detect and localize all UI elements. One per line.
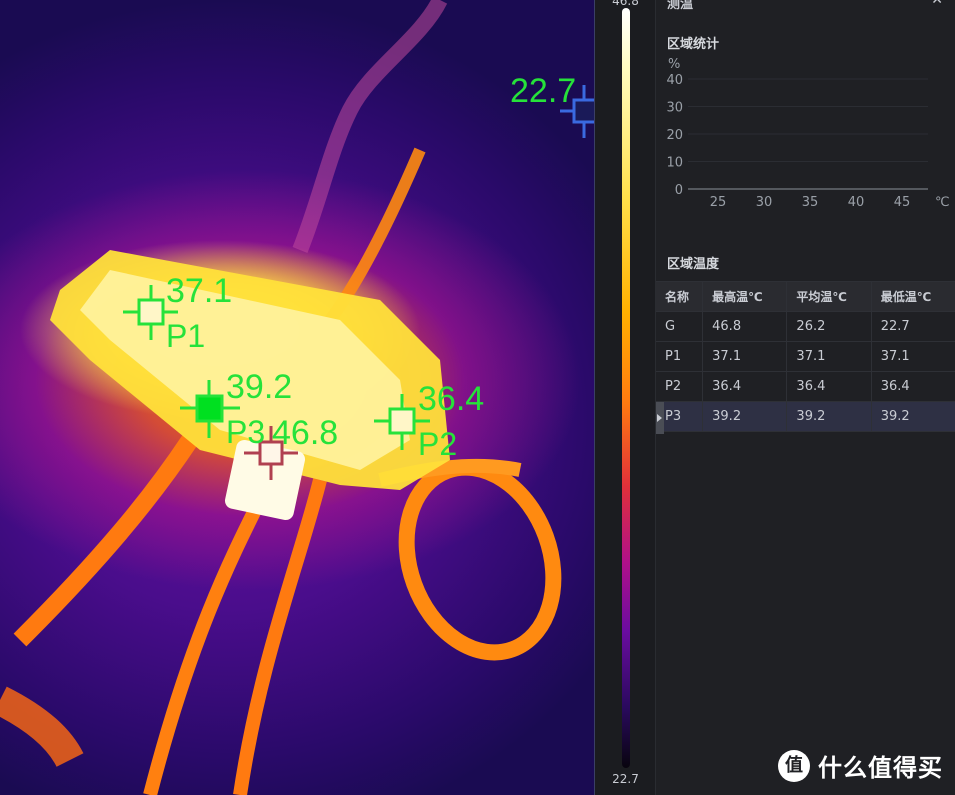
color-scale-bar[interactable] [622, 8, 630, 768]
cell-max: 37.1 [702, 341, 788, 372]
p3-value: 39.2 [226, 368, 293, 406]
cell-avg: 37.1 [786, 341, 872, 372]
scale-min-label: 22.7 [612, 772, 639, 786]
color-scale: 46.8 22.7 [594, 0, 655, 795]
watermark: 值 什么值得买 [778, 748, 943, 783]
row-expand-handle[interactable] [656, 402, 664, 434]
p1-value: 37.1 [166, 272, 233, 310]
x-tick-label: 35 [802, 195, 819, 210]
measurement-panel: 测温 ✕ 区域统计 % 40 30 20 10 0 25 30 35 40 45 ℃ 区域温度 … [655, 0, 955, 795]
region-temp-title: 区域温度 [667, 257, 720, 272]
cell-avg: 26.2 [786, 311, 872, 342]
grid-lines [688, 78, 928, 190]
cell-avg: 36.4 [786, 371, 872, 402]
histogram-chart: % 40 30 20 10 0 25 30 35 40 45 ℃ [666, 57, 950, 210]
p3-label: P3 [226, 414, 266, 450]
y-unit-label: % [668, 57, 680, 72]
cell-max: 46.8 [702, 311, 788, 342]
x-tick-label: 45 [894, 195, 911, 210]
col-max[interactable]: 最高温℃ [702, 281, 788, 312]
p2-value: 36.4 [418, 380, 485, 418]
y-tick-label: 10 [666, 156, 683, 171]
cell-avg: 39.2 [786, 401, 872, 432]
y-tick-label: 0 [675, 183, 683, 198]
x-tick-label: 25 [710, 195, 727, 210]
stats-title: 区域统计 [667, 37, 720, 52]
col-min[interactable]: 最低温℃ [870, 281, 955, 312]
cell-min: 39.2 [870, 401, 955, 432]
y-tick-label: 20 [666, 128, 683, 143]
table-header-row: 名称 最高温℃ 平均温℃ 最低温℃ [656, 281, 955, 312]
cell-min: 22.7 [870, 311, 955, 342]
x-tick-label: 40 [848, 195, 865, 210]
cold-point-value: 22.7 [510, 72, 577, 110]
x-unit-label: ℃ [935, 195, 950, 210]
cell-max: 39.2 [702, 401, 788, 432]
scale-max-label: 46.8 [612, 0, 639, 8]
thermal-shapes [0, 0, 594, 795]
watermark-text: 什么值得买 [818, 754, 943, 782]
col-avg[interactable]: 平均温℃ [786, 281, 872, 312]
table-row[interactable]: P2 36.4 36.4 36.4 [656, 371, 955, 402]
y-tick-label: 40 [666, 73, 683, 88]
cell-name: G [656, 311, 704, 342]
panel-title: 测温 [667, 0, 694, 12]
x-ticks: 25 30 35 40 45 [710, 195, 911, 210]
table-row[interactable]: G 46.8 26.2 22.7 [656, 311, 955, 342]
cell-min: 36.4 [870, 371, 955, 402]
thermal-image[interactable]: 22.7 37.1 P1 39.2 P3 46.8 36.4 P2 [0, 0, 594, 795]
cell-name: P1 [656, 341, 704, 372]
table-row-selected[interactable]: P3 39.2 39.2 39.2 [656, 401, 955, 432]
col-name[interactable]: 名称 [656, 281, 704, 312]
x-tick-label: 30 [756, 195, 773, 210]
region-temp-table: 名称 最高温℃ 平均温℃ 最低温℃ G 46.8 26.2 22.7 P1 37… [656, 281, 955, 432]
hot-point-value: 46.8 [272, 414, 339, 452]
cell-max: 36.4 [702, 371, 788, 402]
cell-min: 37.1 [870, 341, 955, 372]
p1-label: P1 [166, 318, 206, 354]
close-icon[interactable]: ✕ [931, 0, 943, 8]
table-row[interactable]: P1 37.1 37.1 37.1 [656, 341, 955, 372]
p2-label: P2 [418, 426, 458, 462]
y-ticks: 40 30 20 10 0 [666, 73, 683, 198]
watermark-logo: 值 [778, 749, 810, 782]
cell-name: P2 [656, 371, 704, 402]
y-tick-label: 30 [666, 101, 683, 116]
